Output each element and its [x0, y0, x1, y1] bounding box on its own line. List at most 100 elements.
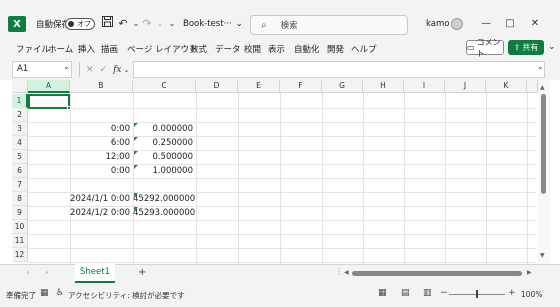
row-header-12[interactable]: 12: [12, 248, 28, 262]
undo-icon[interactable]: ↶: [116, 16, 130, 32]
cell-b5[interactable]: 12:00: [70, 150, 132, 164]
minimize-button[interactable]: —: [476, 14, 496, 34]
tab-split-handle[interactable]: ⋮: [335, 267, 343, 276]
page-break-view-icon[interactable]: ▥: [423, 288, 432, 298]
cell-b9[interactable]: 2024/1/2 0:00: [70, 206, 132, 220]
cell-c4[interactable]: 0.250000: [133, 136, 195, 150]
select-all-corner[interactable]: [12, 80, 28, 93]
menu-draw[interactable]: 描画: [101, 43, 118, 55]
active-cell-a1[interactable]: [28, 94, 70, 109]
column-header-c[interactable]: C: [133, 80, 196, 93]
column-header-e[interactable]: E: [238, 80, 280, 93]
row-header-2[interactable]: 2: [12, 108, 28, 122]
sheet-next-icon[interactable]: ›: [45, 268, 49, 278]
accessibility-status[interactable]: アクセシビリティ: 検討が必要です: [68, 290, 185, 301]
menu-file[interactable]: ファイル: [16, 43, 50, 55]
menu-review[interactable]: 校閲: [244, 43, 261, 55]
close-button[interactable]: ✕: [525, 14, 545, 34]
sheet-tab-sheet1[interactable]: Sheet1: [75, 264, 115, 283]
row-header-3[interactable]: 3: [12, 122, 28, 136]
avatar[interactable]: [451, 18, 463, 30]
zoom-in-icon[interactable]: +: [508, 288, 516, 298]
zoom-level[interactable]: 100%: [521, 290, 542, 299]
zoom-slider-knob[interactable]: [476, 290, 478, 298]
row-header-5[interactable]: 5: [12, 150, 28, 164]
column-header-i[interactable]: I: [404, 80, 445, 93]
search-box[interactable]: ⌕ 検索: [250, 15, 408, 35]
column-header-h[interactable]: H: [363, 80, 404, 93]
scroll-down-icon[interactable]: ▼: [540, 252, 545, 259]
document-name[interactable]: Book-test··· ⌄: [183, 14, 243, 34]
formula-input[interactable]: [133, 61, 545, 78]
gridline: [28, 108, 536, 109]
page-layout-view-icon[interactable]: ▤: [401, 288, 410, 298]
sheet-prev-icon[interactable]: ‹: [26, 268, 30, 278]
cell-c8[interactable]: 45292.000000: [133, 192, 195, 206]
menu-insert[interactable]: 挿入: [78, 43, 95, 55]
autosave-toggle[interactable]: オフ: [65, 18, 95, 30]
column-header-b[interactable]: B: [70, 80, 133, 93]
share-button[interactable]: ⇪ 共有: [508, 40, 544, 55]
row-header-1[interactable]: 1: [12, 94, 28, 108]
cell-b4[interactable]: 6:00: [70, 136, 132, 150]
menu-automate[interactable]: 自動化: [294, 43, 320, 55]
cell-c9[interactable]: 45293.000000: [133, 206, 195, 220]
column-header-k[interactable]: K: [486, 80, 527, 93]
scroll-up-icon[interactable]: ▲: [540, 84, 545, 91]
column-header-g[interactable]: G: [322, 80, 363, 93]
ribbon-expand-icon[interactable]: ⌄: [548, 42, 556, 52]
column-header-j[interactable]: J: [445, 80, 486, 93]
vertical-scroll-thumb[interactable]: [541, 94, 546, 194]
row-header-6[interactable]: 6: [12, 164, 28, 178]
menu-page-layout[interactable]: ページ レイアウト: [127, 43, 198, 55]
maximize-button[interactable]: □: [500, 14, 520, 34]
column-header-d[interactable]: D: [196, 80, 238, 93]
fill-handle[interactable]: [67, 106, 71, 110]
cell-b3[interactable]: 0:00: [70, 122, 132, 136]
status-ready: 準備完了: [6, 291, 36, 300]
cell-b8[interactable]: 2024/1/1 0:00: [70, 192, 132, 206]
formula-expand-icon[interactable]: ⌄: [537, 62, 544, 71]
enter-icon[interactable]: ✓: [100, 65, 108, 75]
insert-function-icon[interactable]: fx: [113, 65, 121, 75]
row-header-7[interactable]: 7: [12, 178, 28, 192]
cancel-icon[interactable]: ✕: [86, 65, 94, 75]
vertical-scrollbar[interactable]: ▲ ▼: [538, 80, 550, 264]
cell-b6[interactable]: 0:00: [70, 164, 132, 178]
comment-button[interactable]: ▭ コメント: [466, 38, 504, 58]
search-icon: ⌕: [261, 19, 267, 31]
name-box-dropdown-icon[interactable]: ⌄: [63, 62, 70, 71]
menu-developer[interactable]: 開発: [327, 43, 344, 55]
row-header-10[interactable]: 10: [12, 220, 28, 234]
customize-toolbar-icon[interactable]: ⌄: [165, 16, 179, 32]
row-header-8[interactable]: 8: [12, 192, 28, 206]
cell-c5[interactable]: 0.500000: [133, 150, 195, 164]
normal-view-icon[interactable]: ▦: [378, 288, 387, 298]
menu-home[interactable]: ホーム: [48, 43, 73, 55]
scroll-right-icon[interactable]: ▶: [527, 269, 532, 276]
row-header-11[interactable]: 11: [12, 234, 28, 248]
fx-dropdown-icon[interactable]: ⌄: [124, 66, 130, 74]
menu-help[interactable]: ヘルプ: [351, 43, 377, 55]
save-icon[interactable]: [100, 16, 114, 32]
toggle-knob: [68, 21, 74, 27]
horizontal-scroll-thumb[interactable]: [352, 271, 522, 276]
row-header-4[interactable]: 4: [12, 136, 28, 150]
menu-data[interactable]: データ: [215, 43, 241, 55]
column-header-f[interactable]: F: [280, 80, 322, 93]
redo-icon[interactable]: ↷: [140, 16, 154, 32]
menu-view[interactable]: 表示: [268, 43, 285, 55]
add-sheet-button[interactable]: +: [138, 267, 146, 278]
column-header-a[interactable]: A: [28, 80, 70, 93]
cell-c6[interactable]: 1.000000: [133, 164, 195, 178]
macro-record-icon[interactable]: ▦: [40, 288, 49, 298]
menu-formulas[interactable]: 数式: [190, 43, 207, 55]
accessibility-icon[interactable]: ♿: [56, 288, 64, 298]
zoom-out-icon[interactable]: −: [440, 288, 448, 298]
comment-icon: ▭: [467, 43, 475, 52]
row-header-9[interactable]: 9: [12, 206, 28, 220]
user-name[interactable]: kamo: [426, 14, 449, 34]
scroll-left-icon[interactable]: ◀: [344, 269, 349, 276]
cell-c3[interactable]: 0.000000: [133, 122, 195, 136]
column-header-partial[interactable]: [527, 80, 538, 93]
